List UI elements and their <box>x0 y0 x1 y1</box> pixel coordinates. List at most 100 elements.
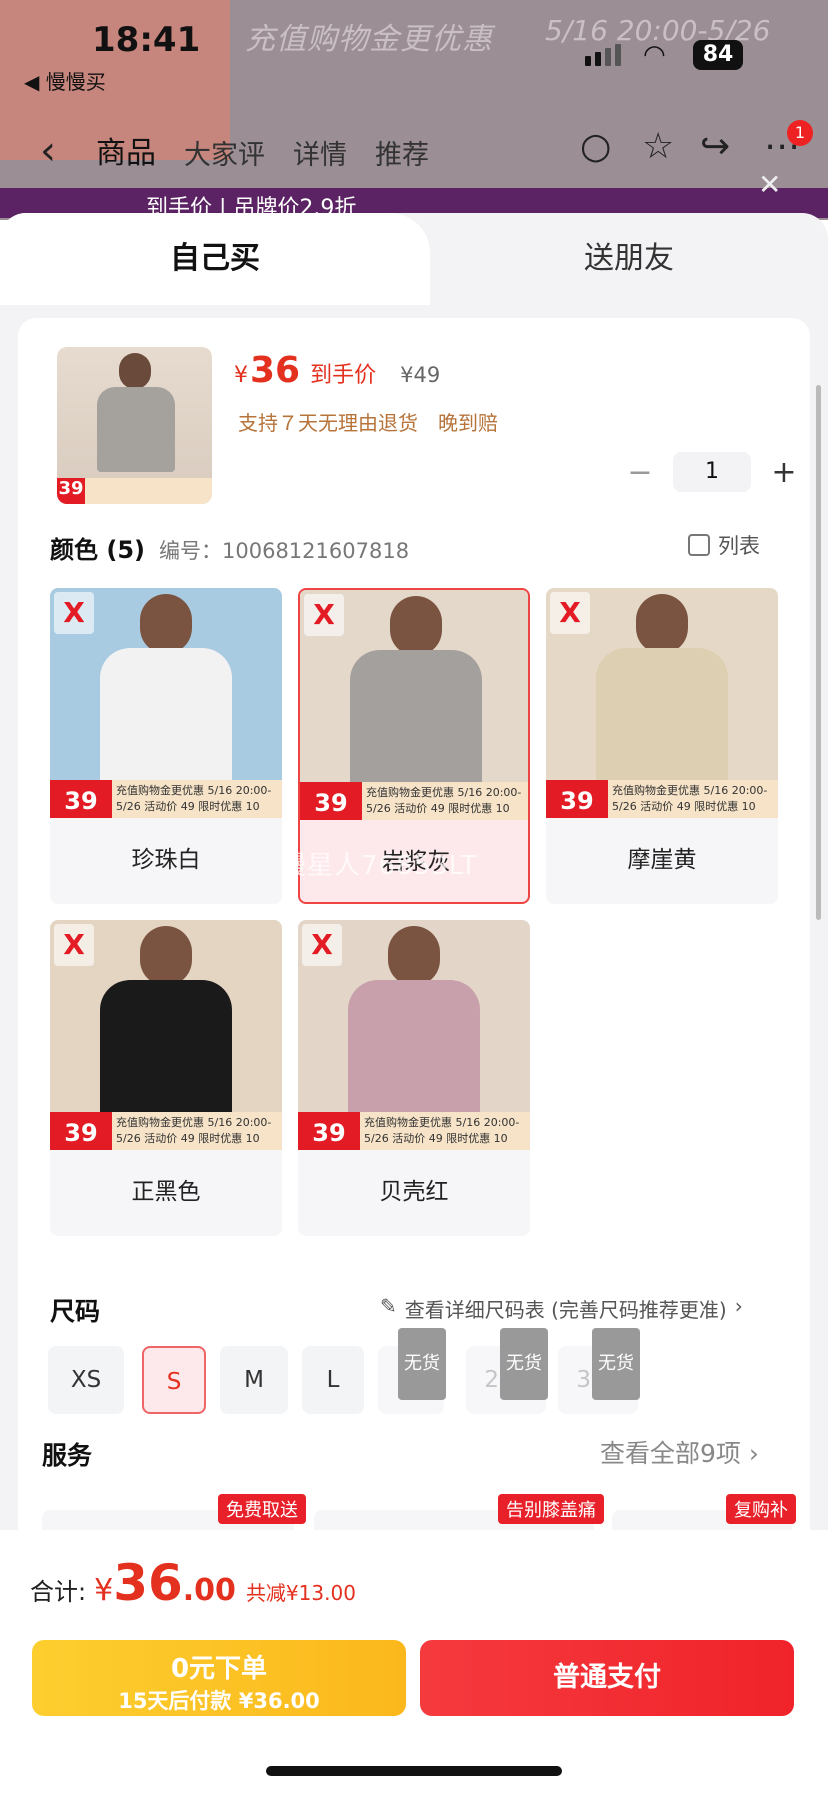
service-tag: 免费取送 <box>218 1494 306 1524</box>
pay-button[interactable]: 普通支付 <box>420 1640 794 1716</box>
chevron-right-icon: › <box>734 1294 743 1318</box>
size-chart-label: 查看详细尺码表 (完善尺码推荐更准) <box>404 1298 727 1322</box>
price-value: 36 <box>250 350 301 391</box>
size-label: XS <box>70 1367 102 1393</box>
size-chart-link[interactable]: ✎ 查看详细尺码表 (完善尺码推荐更准) › <box>380 1294 743 1323</box>
scrollbar[interactable] <box>816 385 821 920</box>
pay-later-button[interactable]: 0元下单 15天后付款 ¥36.00 <box>32 1640 406 1716</box>
color-header: 颜色 (5) 编号：10068121607818 <box>50 530 409 565</box>
price-line: ¥ 36 到手价 ¥49 <box>234 350 440 391</box>
color-option-0[interactable]: X 39 充值购物金更优惠 5/16 20:00-5/26 活动价 49 限时优惠 … <box>50 588 282 904</box>
close-icon[interactable]: ✕ <box>758 168 781 201</box>
brand-logo-icon: X <box>550 592 590 634</box>
star-icon[interactable]: ☆ <box>642 126 674 167</box>
tab-details[interactable]: 详情 <box>293 133 347 172</box>
brand-logo-icon: X <box>302 924 342 966</box>
price-symbol: ¥ <box>234 363 248 388</box>
model-head <box>140 926 192 986</box>
size-option-xl[interactable]: XL无货 <box>378 1328 446 1414</box>
size-option-l[interactable]: L <box>302 1346 364 1414</box>
back-icon[interactable]: ‹ <box>40 128 56 174</box>
list-icon <box>688 534 710 556</box>
brand-logo-icon: X <box>54 924 94 966</box>
battery-icon: 84 <box>693 40 743 70</box>
color-option-name: 正黑色 <box>131 1179 201 1205</box>
tab-goods[interactable]: 商品 <box>96 128 156 172</box>
color-price-badge: 39 <box>546 780 608 818</box>
service-view-all[interactable]: 查看全部9项 › <box>600 1434 759 1470</box>
service-title: 服务 <box>42 1441 93 1470</box>
list-view-toggle[interactable]: 列表 <box>688 530 760 560</box>
brand-logo-icon: X <box>304 594 344 636</box>
size-option-xs[interactable]: XS <box>48 1346 124 1414</box>
color-price-badge: 39 <box>50 780 112 818</box>
color-price-badge: 39 <box>298 1112 360 1150</box>
color-option-image: X 39 充值购物金更优惠 5/16 20:00-5/26 活动价 49 限时优惠 … <box>546 588 778 818</box>
ruler-icon: ✎ <box>380 1294 397 1318</box>
color-option-4[interactable]: X 39 充值购物金更优惠 5/16 20:00-5/26 活动价 49 限时优惠 … <box>298 920 530 1236</box>
model-head <box>636 594 688 654</box>
quantity-stepper: − 1 + <box>625 452 799 492</box>
color-price-badge: 39 <box>50 1112 112 1150</box>
tab-buy-self[interactable]: 自己买 <box>0 213 430 305</box>
background-promo-text: 充值购物金更优惠 <box>245 22 493 57</box>
thumb-price-badge: 39 <box>57 478 85 504</box>
product-thumbnail[interactable]: 39 <box>57 347 212 504</box>
decrease-button[interactable]: − <box>625 455 655 490</box>
watermark: 慢星人76853LT <box>280 851 478 881</box>
pay-later-subtitle: 15天后付款 ¥36.00 <box>118 1689 320 1713</box>
share-icon[interactable]: ↪ <box>700 126 730 167</box>
list-label: 列表 <box>718 534 760 558</box>
increase-button[interactable]: + <box>769 455 799 490</box>
size-option-m[interactable]: M <box>220 1346 288 1414</box>
total-decimals: .00 <box>182 1573 236 1608</box>
service-all-label: 查看全部9项 <box>600 1439 741 1468</box>
price-tag: 到手价 <box>310 363 377 388</box>
color-option-name: 贝壳红 <box>379 1179 449 1205</box>
tab-gift-friend[interactable]: 送朋友 <box>430 213 828 305</box>
model-shirt <box>100 648 232 798</box>
color-promo-strip: 充值购物金更优惠 5/16 20:00-5/26 活动价 49 限时优惠 10 <box>362 782 528 820</box>
return-policy: 支持７天无理由退货 <box>238 411 418 435</box>
model-shirt <box>350 650 482 800</box>
status-time: 18:41 <box>92 20 201 60</box>
signal-bar <box>605 48 611 66</box>
search-icon[interactable]: ○ <box>580 126 611 167</box>
tab-recommend[interactable]: 推荐 <box>375 133 429 172</box>
model-head <box>119 353 151 389</box>
wifi-icon: ◠ <box>643 40 666 70</box>
size-label: S <box>166 1369 182 1395</box>
tab-reviews[interactable]: 大家评 <box>184 133 265 172</box>
service-tag: 告别膝盖痛 <box>498 1494 604 1524</box>
out-of-stock-badge: 无货 <box>592 1328 640 1400</box>
purchase-mode-tabs: 自己买 送朋友 <box>0 213 828 305</box>
late-compensation: 晚到赔 <box>438 411 498 435</box>
original-price: ¥49 <box>400 363 441 387</box>
model-head <box>140 594 192 654</box>
quantity-value[interactable]: 1 <box>673 452 751 492</box>
color-option-name: 摩崖黄 <box>627 847 697 873</box>
size-option-3xl[interactable]: 3XL无货 <box>558 1328 640 1414</box>
color-option-2[interactable]: X 39 充值购物金更优惠 5/16 20:00-5/26 活动价 49 限时优惠 … <box>546 588 778 904</box>
model-shirt <box>596 648 728 798</box>
back-to-app-link[interactable]: ◀ 慢慢买 <box>24 66 106 95</box>
pay-later-title: 0元下单 <box>170 1654 268 1684</box>
total-label: 合计: <box>30 1578 87 1606</box>
brand-logo-icon: X <box>54 592 94 634</box>
color-option-3[interactable]: X 39 充值购物金更优惠 5/16 20:00-5/26 活动价 49 限时优惠 … <box>50 920 282 1236</box>
color-promo-strip: 充值购物金更优惠 5/16 20:00-5/26 活动价 49 限时优惠 10 <box>112 1112 282 1150</box>
signal-bar <box>595 52 601 66</box>
total-line: 合计: ¥ 36 .00 共减¥13.00 <box>30 1554 356 1612</box>
total-amount: 36 <box>113 1554 183 1612</box>
signal-icon <box>585 56 591 66</box>
color-promo-strip: 充值购物金更优惠 5/16 20:00-5/26 活动价 49 限时优惠 10 <box>112 780 282 818</box>
product-nav-tabs: 商品 大家评 详情 推荐 <box>96 128 429 172</box>
cart-badge: 1 <box>787 120 813 146</box>
size-option-s[interactable]: S <box>142 1346 206 1414</box>
home-indicator <box>266 1766 562 1776</box>
size-option-2xl[interactable]: 2XL无货 <box>466 1328 548 1414</box>
service-tag: 复购补 <box>726 1494 796 1524</box>
color-option-image: X 39 充值购物金更优惠 5/16 20:00-5/26 活动价 49 限时优惠 … <box>50 588 282 818</box>
model-shirt <box>97 387 175 472</box>
thumb-promo-strip <box>85 478 212 504</box>
